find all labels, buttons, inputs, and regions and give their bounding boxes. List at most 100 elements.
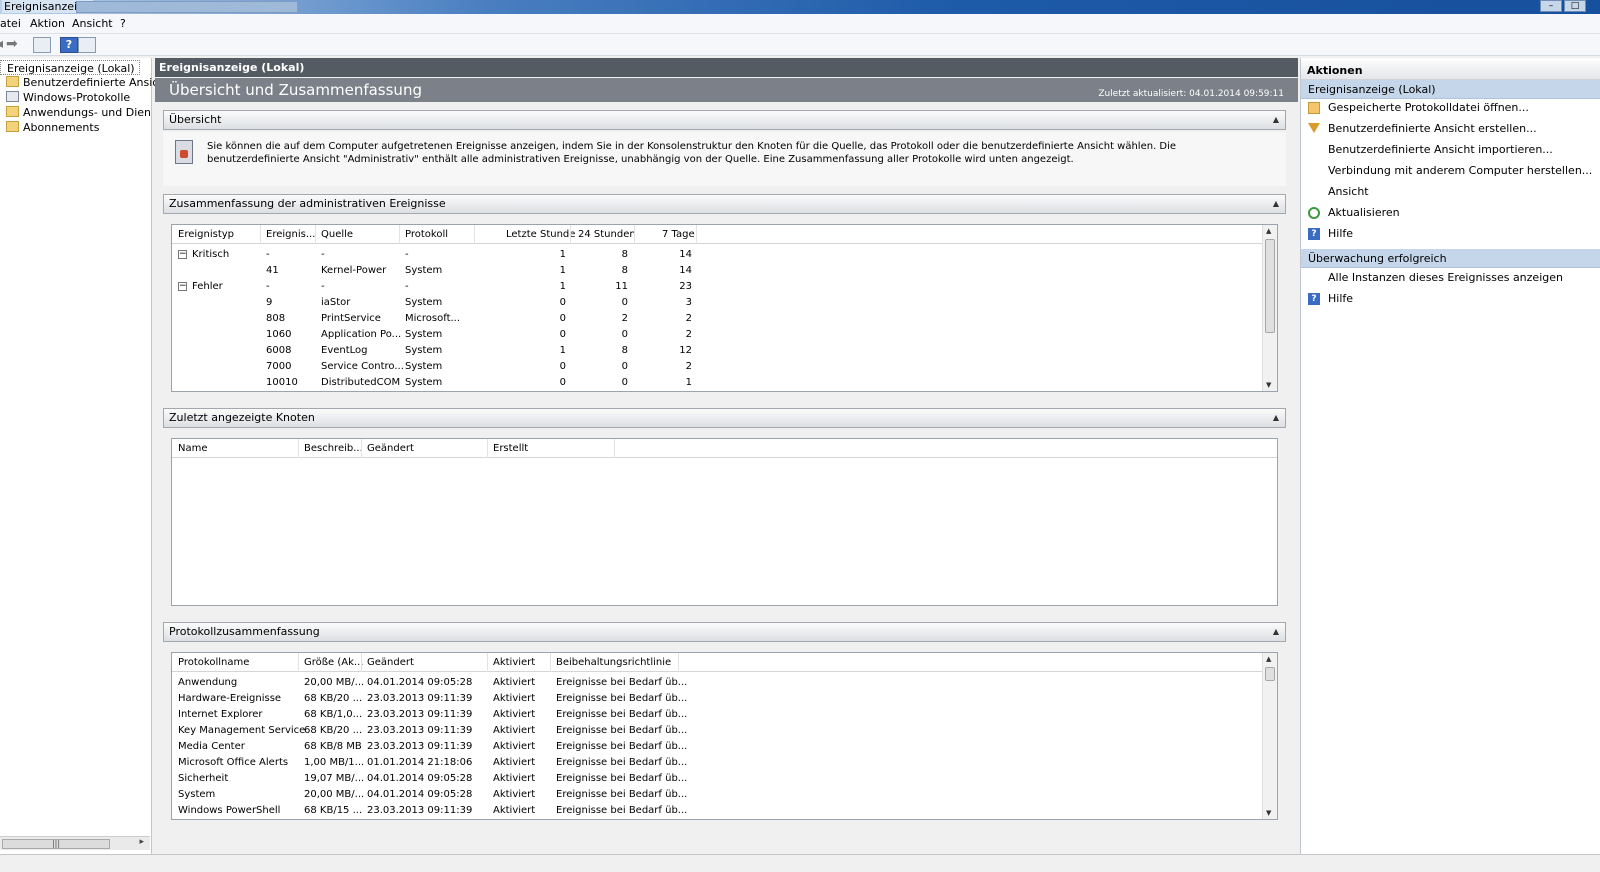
tree-horizontal-scrollbar[interactable]: ||| ▸ bbox=[0, 836, 150, 850]
console-tree-toggle-icon[interactable] bbox=[33, 37, 51, 53]
col-header[interactable]: Größe (Ak... bbox=[304, 657, 363, 668]
actions-group-event-viewer[interactable]: Ereignisanzeige (Lokal) bbox=[1301, 80, 1600, 99]
table-cell: Ereignisse bei Bedarf üb... bbox=[556, 789, 688, 800]
table-row[interactable]: − Fehler - - -1 11 23 bbox=[172, 279, 1277, 295]
menu-ansicht[interactable]: Ansicht bbox=[72, 17, 113, 30]
admin-summary-section-header[interactable]: Zusammenfassung der administrativen Erei… bbox=[163, 194, 1286, 214]
col-header[interactable]: Protokollname bbox=[178, 657, 249, 668]
col-header[interactable]: Letzte Stunde bbox=[506, 229, 575, 240]
console-tree: Ereignisanzeige (Lokal) Benutzerdefinier… bbox=[0, 58, 183, 854]
table-cell: 20,00 MB/... bbox=[304, 677, 365, 688]
scroll-right-arrow-icon[interactable]: ▸ bbox=[139, 837, 144, 847]
admin-table-scrollbar[interactable]: ▲ ▼ bbox=[1262, 225, 1277, 391]
col-header[interactable]: Beschreib... bbox=[304, 443, 363, 454]
col-header[interactable]: Ereignis... bbox=[266, 229, 315, 240]
forward-arrow-icon[interactable]: ➡ bbox=[6, 37, 24, 53]
table-row[interactable]: 41 Kernel-Power System 1 8 14 bbox=[172, 263, 1277, 279]
table-row[interactable]: Windows PowerShell 68 KB/15 ... 23.03.2013… bbox=[172, 803, 1277, 819]
table-cell: 1060 bbox=[266, 329, 292, 340]
table-cell: 808 bbox=[266, 313, 286, 324]
col-header[interactable]: Name bbox=[178, 443, 208, 454]
scroll-down-arrow-icon[interactable]: ▼ bbox=[1266, 381, 1271, 389]
table-row[interactable]: Media Center 68 KB/8 MB 23.03.2013 09:11:3… bbox=[172, 739, 1277, 755]
action-item[interactable]: Verbindung mit anderem Computer herstell… bbox=[1301, 161, 1600, 181]
collapse-icon[interactable]: ▲ bbox=[1273, 409, 1279, 427]
overview-section-header[interactable]: Übersicht ▲ bbox=[163, 110, 1286, 130]
scrollbar-thumb[interactable] bbox=[1265, 667, 1275, 681]
help-toolbar-icon[interactable]: ? bbox=[60, 37, 78, 53]
col-header[interactable]: 7 Tage bbox=[662, 229, 695, 240]
overview-info: Sie können die auf dem Computer aufgetre… bbox=[163, 132, 1286, 186]
table-row[interactable]: − Kritisch - - - 1 8 14 bbox=[172, 247, 1277, 263]
col-header[interactable]: Quelle bbox=[321, 229, 353, 240]
table-row[interactable]: Anwendung 20,00 MB/... 04.01.2014 09:05:28… bbox=[172, 675, 1277, 691]
col-header[interactable]: Aktiviert bbox=[493, 657, 535, 668]
scroll-up-arrow-icon[interactable]: ▲ bbox=[1266, 227, 1271, 235]
log-summary-section-header[interactable]: Protokollzusammenfassung ▲ bbox=[163, 622, 1286, 642]
action-item[interactable]: Aktualisieren bbox=[1301, 203, 1600, 223]
col-header[interactable]: Erstellt bbox=[493, 443, 528, 454]
action-pane-toggle-icon[interactable] bbox=[78, 37, 96, 53]
col-header[interactable]: Geändert bbox=[367, 443, 414, 454]
log-folder-icon bbox=[6, 91, 19, 102]
col-header[interactable]: Ereignistyp bbox=[178, 229, 234, 240]
collapse-icon[interactable]: ▲ bbox=[1273, 111, 1279, 129]
minimize-button[interactable]: – bbox=[1540, 0, 1562, 12]
table-cell: 0 bbox=[559, 361, 566, 372]
action-item[interactable]: Alle Instanzen dieses Ereignisses anzeig… bbox=[1301, 268, 1600, 288]
action-item[interactable]: ? Hilfe bbox=[1301, 289, 1600, 309]
col-header[interactable]: 24 Stunden bbox=[578, 229, 636, 240]
scroll-down-arrow-icon[interactable]: ▼ bbox=[1266, 809, 1271, 817]
action-item[interactable]: Gespeicherte Protokolldatei öffnen... bbox=[1301, 98, 1600, 118]
tree-root[interactable]: Ereignisanzeige (Lokal) bbox=[0, 60, 140, 75]
table-row[interactable]: 1060 Application Po... System 0 0 2 bbox=[172, 327, 1277, 343]
col-header[interactable]: Protokoll bbox=[405, 229, 448, 240]
collapse-icon[interactable]: ▲ bbox=[1273, 195, 1279, 213]
table-cell: 8 bbox=[621, 345, 628, 356]
table-row[interactable]: 9 iaStor System 0 0 3 bbox=[172, 295, 1277, 311]
scrollbar-thumb[interactable]: ||| bbox=[2, 839, 110, 849]
col-header[interactable]: Beibehaltungsrichtlinie bbox=[556, 657, 671, 668]
table-row[interactable]: 808 PrintService Microsoft... 0 2 2 bbox=[172, 311, 1277, 327]
tree-item-windows-logs[interactable]: Windows-Protokolle bbox=[6, 90, 130, 105]
table-row[interactable]: Sicherheit 19,07 MB/... 04.01.2014 09:05:2… bbox=[172, 771, 1277, 787]
table-cell: 1 bbox=[559, 281, 566, 292]
background-tab[interactable] bbox=[76, 1, 298, 13]
action-label: Benutzerdefinierte Ansicht erstellen... bbox=[1328, 122, 1537, 135]
table-row[interactable]: Internet Explorer 68 KB/1,0... 23.03.2013 … bbox=[172, 707, 1277, 723]
collapse-icon[interactable]: ▲ bbox=[1273, 623, 1279, 641]
table-row[interactable]: 10010 DistributedCOM System 0 0 1 bbox=[172, 375, 1277, 391]
menu-datei[interactable]: atei bbox=[0, 17, 21, 30]
table-cell: Fehler bbox=[192, 281, 223, 292]
recent-nodes-section-header[interactable]: Zuletzt angezeigte Knoten ▲ bbox=[163, 408, 1286, 428]
table-cell: Sicherheit bbox=[178, 773, 229, 784]
collapse-group-icon[interactable]: − bbox=[178, 282, 187, 291]
table-cell: Key Management Service bbox=[178, 725, 306, 736]
action-item[interactable]: Benutzerdefinierte Ansicht importieren..… bbox=[1301, 140, 1600, 160]
menu-help[interactable]: ? bbox=[120, 17, 126, 30]
table-row[interactable]: 6008 EventLog System 1 8 12 bbox=[172, 343, 1277, 359]
actions-pane: Aktionen Ereignisanzeige (Lokal) Gespeic… bbox=[1300, 58, 1600, 854]
table-row[interactable]: Microsoft Office Alerts 1,00 MB/1... 01.01… bbox=[172, 755, 1277, 771]
tree-item-app-service-logs[interactable]: Anwendungs- und Dienstprotokolle bbox=[6, 105, 150, 120]
col-header[interactable]: Geändert bbox=[367, 657, 414, 668]
table-cell: - bbox=[266, 249, 270, 260]
scroll-up-arrow-icon[interactable]: ▲ bbox=[1266, 655, 1271, 663]
table-row[interactable]: 7000 Service Contro... System 0 0 2 bbox=[172, 359, 1277, 375]
actions-group-event[interactable]: Überwachung erfolgreich bbox=[1301, 249, 1600, 268]
table-row[interactable]: Hardware-Ereignisse 68 KB/20 ... 23.03.201… bbox=[172, 691, 1277, 707]
table-cell: - bbox=[321, 249, 325, 260]
table-cell: Anwendung bbox=[178, 677, 238, 688]
action-item[interactable]: Benutzerdefinierte Ansicht erstellen... bbox=[1301, 119, 1600, 139]
table-row[interactable]: System 20,00 MB/... 04.01.2014 09:05:28 Akt… bbox=[172, 787, 1277, 803]
log-table-scrollbar[interactable]: ▲ ▼ bbox=[1262, 653, 1277, 819]
action-item[interactable]: Ansicht bbox=[1301, 182, 1600, 202]
action-item[interactable]: ? Hilfe bbox=[1301, 224, 1600, 244]
collapse-group-icon[interactable]: − bbox=[178, 250, 187, 259]
menu-bar: atei Aktion Ansicht ? bbox=[0, 14, 1600, 34]
menu-aktion[interactable]: Aktion bbox=[30, 17, 65, 30]
maximize-button[interactable]: □ bbox=[1564, 0, 1586, 12]
scrollbar-thumb[interactable] bbox=[1265, 239, 1275, 333]
tree-item-subscriptions[interactable]: Abonnements bbox=[6, 120, 99, 135]
table-row[interactable]: Key Management Service 68 KB/20 ... 23.03.… bbox=[172, 723, 1277, 739]
